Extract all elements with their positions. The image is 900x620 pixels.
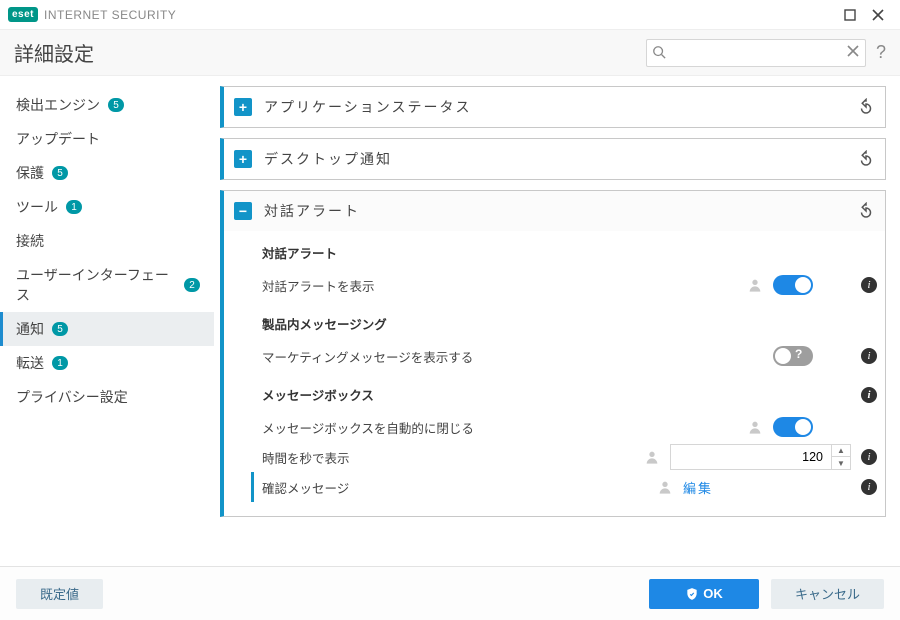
ok-label: OK bbox=[703, 586, 723, 601]
sidebar-item-badge: 1 bbox=[66, 200, 82, 214]
user-icon bbox=[747, 419, 763, 435]
spinner-up[interactable]: ▲ bbox=[832, 445, 850, 457]
sidebar-item-label: プライバシー設定 bbox=[16, 387, 128, 407]
collapse-icon: − bbox=[234, 202, 252, 220]
sidebar-item-label: ツール bbox=[16, 197, 58, 217]
sidebar-item-badge: 5 bbox=[108, 98, 124, 112]
sidebar-item-3[interactable]: ツール 1 bbox=[0, 190, 214, 224]
sidebar-item-4[interactable]: 接続 bbox=[0, 224, 214, 258]
search-clear-icon[interactable] bbox=[846, 44, 860, 58]
sidebar-item-8[interactable]: プライバシー設定 bbox=[0, 380, 214, 414]
seconds-spinner: ▲ ▼ bbox=[670, 444, 851, 470]
user-icon bbox=[657, 479, 673, 495]
section-in-product-messaging: 製品内メッセージング bbox=[262, 314, 877, 333]
sidebar-item-badge: 5 bbox=[52, 166, 68, 180]
panel-header-application-status[interactable]: + アプリケーションステータス bbox=[224, 87, 885, 127]
label-confirm-messages: 確認メッセージ bbox=[262, 478, 657, 497]
expand-icon: + bbox=[234, 98, 252, 116]
info-icon[interactable]: i bbox=[861, 348, 877, 364]
sidebar-item-badge: 1 bbox=[52, 356, 68, 370]
help-button[interactable]: ? bbox=[876, 42, 886, 63]
footer: 既定値 OK キャンセル bbox=[0, 566, 900, 620]
expand-icon: + bbox=[234, 150, 252, 168]
panel-body-dialog-alerts: 対話アラート 対話アラートを表示 i 製品内メッセージング マーケティングメッセ… bbox=[224, 231, 885, 516]
section-dialog-alerts: 対話アラート bbox=[262, 243, 877, 262]
panel-title: デスクトップ通知 bbox=[264, 149, 857, 169]
page-title: 詳細設定 bbox=[14, 38, 646, 67]
seconds-input[interactable] bbox=[671, 445, 831, 469]
toggle-show-dialog-alerts[interactable] bbox=[773, 275, 813, 295]
sidebar-item-label: 通知 bbox=[16, 319, 44, 339]
panel-application-status: + アプリケーションステータス bbox=[220, 86, 886, 128]
label-auto-close: メッセージボックスを自動的に閉じる bbox=[262, 418, 747, 437]
sidebar-item-7[interactable]: 転送 1 bbox=[0, 346, 214, 380]
defaults-button[interactable]: 既定値 bbox=[16, 579, 103, 609]
section-message-boxes: メッセージボックス i bbox=[262, 385, 877, 404]
row-marketing-messages: マーケティングメッセージを表示する i bbox=[262, 341, 877, 371]
panel-header-desktop-notifications[interactable]: + デスクトップ通知 bbox=[224, 139, 885, 179]
panel-header-dialog-alerts[interactable]: − 対話アラート bbox=[224, 191, 885, 231]
sidebar-item-label: 検出エンジン bbox=[16, 95, 100, 115]
info-icon[interactable]: i bbox=[861, 479, 877, 495]
search-icon bbox=[652, 45, 666, 59]
panel-title: 対話アラート bbox=[264, 201, 857, 221]
toggle-auto-close[interactable] bbox=[773, 417, 813, 437]
row-seconds: 時間を秒で表示 ▲ ▼ i bbox=[262, 442, 877, 472]
user-icon bbox=[747, 277, 763, 293]
row-show-dialog-alerts: 対話アラートを表示 i bbox=[262, 270, 877, 300]
sidebar-item-0[interactable]: 検出エンジン 5 bbox=[0, 88, 214, 122]
cancel-button[interactable]: キャンセル bbox=[771, 579, 884, 609]
titlebar: eset INTERNET SECURITY bbox=[0, 0, 900, 30]
window-close-button[interactable] bbox=[864, 3, 892, 27]
toggle-marketing-messages[interactable] bbox=[773, 346, 813, 366]
panel-desktop-notifications: + デスクトップ通知 bbox=[220, 138, 886, 180]
search-box bbox=[646, 39, 866, 67]
sidebar-item-label: 転送 bbox=[16, 353, 44, 373]
sidebar-item-badge: 5 bbox=[52, 322, 68, 336]
label-marketing-messages: マーケティングメッセージを表示する bbox=[262, 347, 773, 366]
label-seconds: 時間を秒で表示 bbox=[262, 448, 644, 467]
section-message-boxes-label: メッセージボックス bbox=[262, 385, 861, 404]
revert-icon[interactable] bbox=[857, 150, 875, 168]
window-maximize-button[interactable] bbox=[836, 3, 864, 27]
sidebar: 検出エンジン 5 アップデート保護 5 ツール 1 接続ユーザーインターフェース 2 通知 5 転送… bbox=[0, 76, 214, 566]
label-show-dialog-alerts: 対話アラートを表示 bbox=[262, 276, 747, 295]
spinner-down[interactable]: ▼ bbox=[832, 457, 850, 469]
sidebar-item-label: ユーザーインターフェース bbox=[16, 265, 176, 305]
revert-icon[interactable] bbox=[857, 98, 875, 116]
row-confirm-messages: 確認メッセージ 編集 i bbox=[251, 472, 877, 502]
panel-dialog-alerts: − 対話アラート 対話アラート 対話アラートを表示 i bbox=[220, 190, 886, 517]
sidebar-item-label: アップデート bbox=[16, 129, 100, 149]
ok-button[interactable]: OK bbox=[649, 579, 759, 609]
info-icon[interactable]: i bbox=[861, 387, 877, 403]
sidebar-item-2[interactable]: 保護 5 bbox=[0, 156, 214, 190]
revert-icon[interactable] bbox=[857, 202, 875, 220]
brand-badge: eset bbox=[8, 7, 38, 22]
row-auto-close: メッセージボックスを自動的に閉じる bbox=[262, 412, 877, 442]
info-icon[interactable]: i bbox=[861, 449, 877, 465]
sidebar-item-badge: 2 bbox=[184, 278, 200, 292]
brand-title: INTERNET SECURITY bbox=[44, 8, 176, 22]
header: 詳細設定 ? bbox=[0, 30, 900, 76]
sidebar-item-5[interactable]: ユーザーインターフェース 2 bbox=[0, 258, 214, 312]
sidebar-item-6[interactable]: 通知 5 bbox=[0, 312, 214, 346]
user-icon bbox=[644, 449, 660, 465]
content: + アプリケーションステータス + デスクトップ通知 − 対話アラート bbox=[214, 76, 900, 566]
sidebar-item-label: 接続 bbox=[16, 231, 44, 251]
shield-icon bbox=[685, 587, 699, 601]
info-icon[interactable]: i bbox=[861, 277, 877, 293]
sidebar-item-label: 保護 bbox=[16, 163, 44, 183]
search-input[interactable] bbox=[646, 39, 866, 67]
edit-link[interactable]: 編集 bbox=[683, 478, 713, 497]
panel-title: アプリケーションステータス bbox=[264, 97, 857, 117]
sidebar-item-1[interactable]: アップデート bbox=[0, 122, 214, 156]
